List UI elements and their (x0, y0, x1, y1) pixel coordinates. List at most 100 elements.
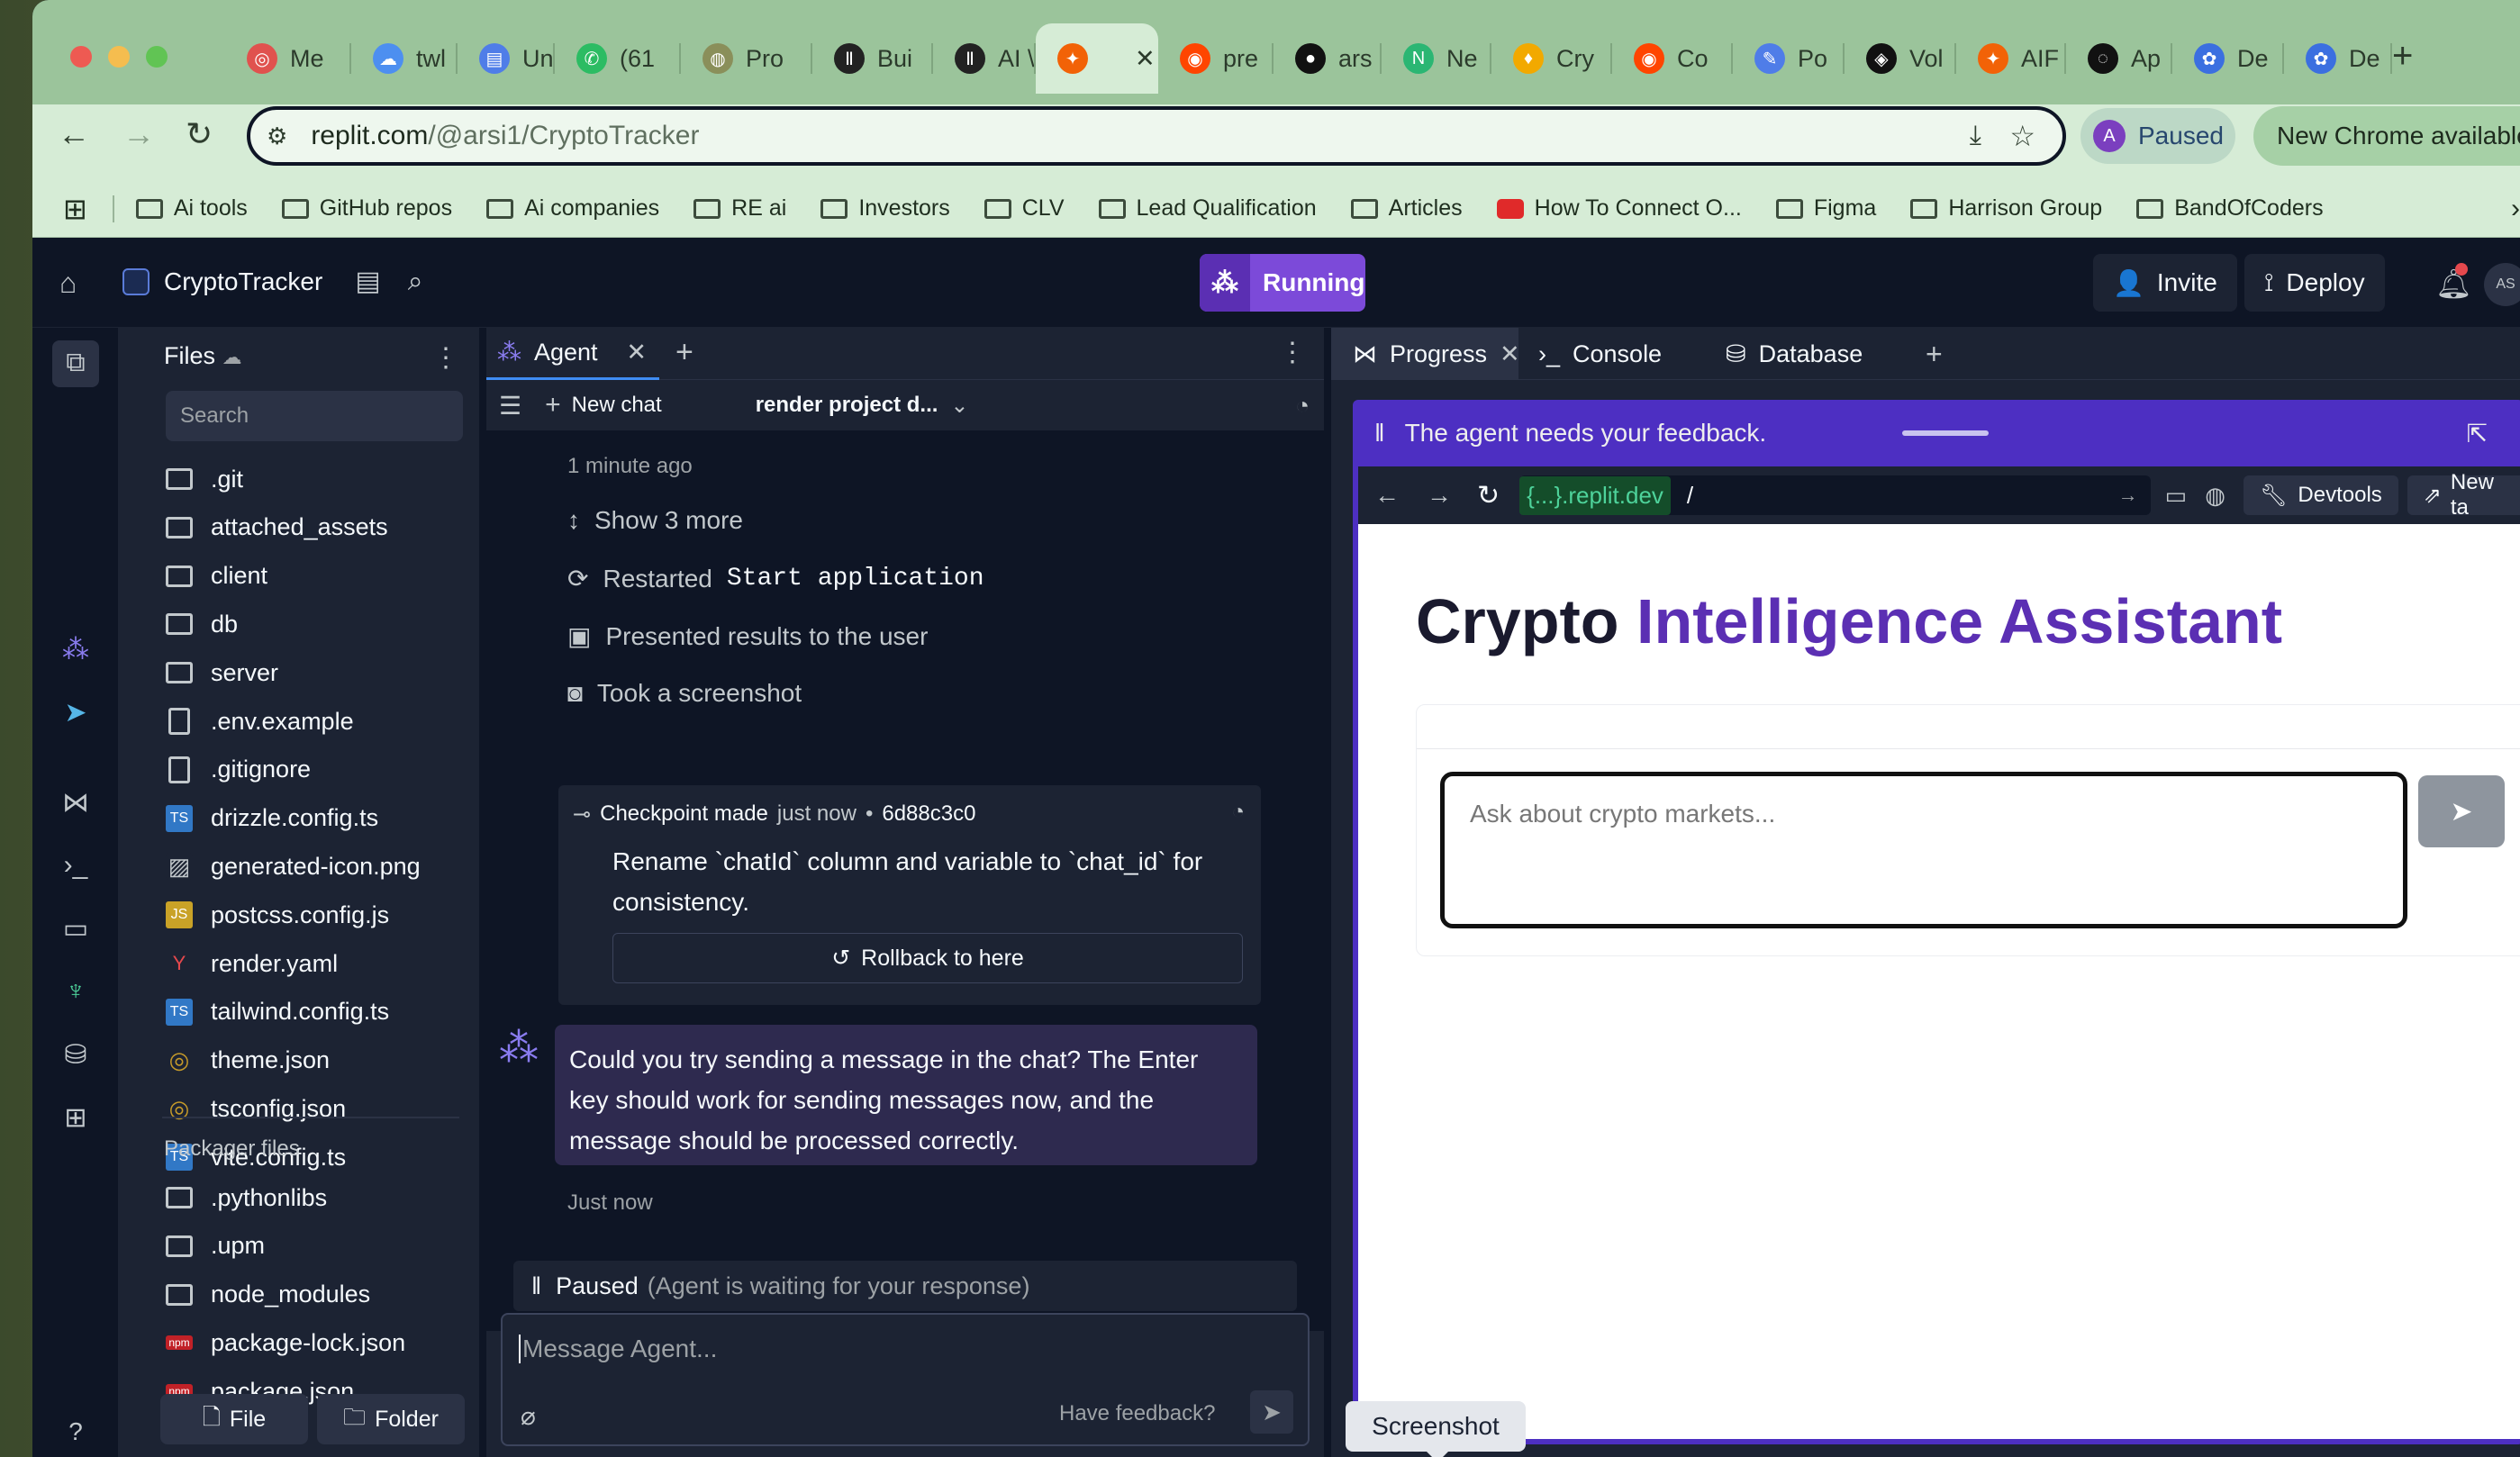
help-icon[interactable]: ? (58, 1417, 94, 1453)
files-search-input[interactable]: Search (166, 391, 463, 441)
bookmark-item[interactable]: CLV (984, 195, 1065, 222)
project-switcher[interactable]: CryptoTracker ▤ ⌕ (122, 266, 423, 297)
more-options-icon[interactable]: ⋮ (432, 342, 459, 374)
feedback-link[interactable]: Have feedback? (1059, 1401, 1215, 1426)
add-tab-plus-icon[interactable]: + (1926, 328, 1943, 380)
new-file-button[interactable]: 🗋︎ File (160, 1394, 308, 1444)
close-tab-icon[interactable]: ✕ (1135, 45, 1156, 73)
back-arrow-icon[interactable]: ← (58, 115, 90, 153)
file-tree-item[interactable]: TS drizzle.config.ts (166, 799, 378, 838)
browser-tab[interactable]: ● ars (1274, 23, 1382, 94)
close-window-button[interactable] (70, 46, 92, 68)
browser-tab[interactable]: ✆ (61 (555, 23, 681, 94)
file-tree-item[interactable]: JS postcss.config.js (166, 895, 389, 935)
attach-paperclip-icon[interactable]: ⌀ (521, 1401, 536, 1431)
apps-grid-icon[interactable]: ⊞ (63, 192, 87, 226)
bookmark-item[interactable]: GitHub repos (281, 195, 452, 222)
search-icon[interactable]: ⌕ (408, 267, 423, 297)
tab-progress[interactable]: ⋈ Progress ✕ (1331, 328, 1520, 380)
user-avatar[interactable]: AS (2484, 263, 2520, 306)
site-settings-icon[interactable]: ⚙ (267, 122, 287, 150)
new-chat-button[interactable]: New chat (572, 393, 662, 418)
deploy-button[interactable]: ⟟ Deploy (2244, 254, 2385, 312)
add-tab-plus-icon[interactable]: + (675, 335, 693, 370)
agent-icon[interactable]: ⁂ (58, 634, 94, 670)
message-input[interactable]: Message Agent... (519, 1335, 717, 1363)
chevron-down-icon[interactable]: ⌄ (950, 393, 968, 419)
file-tree-item[interactable]: server (166, 653, 278, 692)
send-button[interactable]: ➤ (1250, 1390, 1293, 1434)
browser-tab[interactable]: ◌ Ap (2066, 23, 2172, 94)
drag-handle[interactable] (1902, 430, 1989, 436)
chevron-right-icon[interactable]: › (2511, 194, 2520, 224)
new-tab-plus-icon[interactable]: + (2392, 36, 2413, 77)
new-tab-button[interactable]: ⇗ New ta (2407, 470, 2520, 520)
close-icon[interactable]: ✕ (626, 339, 647, 367)
file-tree-item[interactable]: .env.example (166, 701, 354, 741)
speed-gauge-icon[interactable]: ◔ (1232, 800, 1246, 825)
database-icon[interactable]: ⛁ (58, 1039, 94, 1075)
forward-arrow-icon[interactable]: → (1427, 481, 1452, 510)
progress-icon[interactable]: ⋈ (58, 787, 94, 823)
bookmark-star-icon[interactable]: ☆ (2009, 119, 2035, 153)
new-folder-button[interactable]: 🗀︎ Folder (317, 1394, 465, 1444)
file-tree-item[interactable]: ◎ theme.json (166, 1041, 330, 1081)
assistant-icon[interactable]: ➤ (58, 697, 94, 733)
chat-title[interactable]: render project d... (756, 393, 938, 418)
bookmark-item[interactable]: Articles (1350, 195, 1463, 222)
more-options-icon[interactable]: ⋮ (1279, 337, 1306, 368)
reload-icon[interactable]: ↻ (1477, 480, 1500, 511)
file-tree-item[interactable]: ▨ generated-icon.png (166, 846, 421, 886)
home-icon[interactable]: ⌂ (59, 267, 77, 300)
bookmark-item[interactable]: Investors (820, 195, 950, 222)
files-panel-icon[interactable]: ⧉ (52, 340, 99, 387)
rollback-button[interactable]: ↺ Rollback to here (612, 933, 1243, 983)
bookmark-item[interactable]: Lead Qualification (1098, 195, 1317, 222)
all-tools-grid-icon[interactable]: ⊞ (58, 1102, 94, 1138)
address-bar[interactable]: ⚙ replit.com/@arsi1/CryptoTracker ⤓ ☆ (247, 106, 2066, 166)
back-arrow-icon[interactable]: ← (1374, 481, 1400, 510)
browser-tab[interactable]: ☁ twl (351, 23, 458, 94)
forward-arrow-icon[interactable]: → (122, 115, 155, 153)
browser-tab[interactable]: ▤ Un (458, 23, 555, 94)
run-status-button[interactable]: ⁂ Running (1200, 254, 1365, 312)
deployments-icon[interactable]: ♆ (58, 976, 94, 1012)
crypto-chat-input[interactable]: Ask about crypto markets... (1440, 772, 2407, 928)
webview-icon[interactable]: ▭ (58, 913, 94, 949)
browser-tab[interactable]: ♦ Cry (1491, 23, 1612, 94)
speed-gauge-icon[interactable]: ◔ (1295, 392, 1310, 420)
bookmark-item[interactable]: Harrison Group (1910, 195, 2102, 222)
browser-tab[interactable]: Ⅱ Bui (812, 23, 933, 94)
webview-url-bar[interactable]: {...}.replit.dev / → (1519, 475, 2151, 515)
file-tree-item[interactable]: TS tailwind.config.ts (166, 992, 389, 1032)
bookmark-item[interactable]: How To Connect O... (1496, 195, 1742, 222)
bookmark-item[interactable]: Ai tools (135, 195, 248, 222)
chat-history-icon[interactable]: ☰ (499, 391, 521, 421)
file-tree-item[interactable]: node_modules (166, 1275, 370, 1315)
file-tree-item[interactable]: ◎ tsconfig.json (166, 1089, 346, 1128)
go-arrow-icon[interactable]: → (2118, 484, 2138, 507)
file-tree-item[interactable]: attached_assets (166, 508, 388, 548)
browser-tab[interactable]: ✦ AIF (1956, 23, 2066, 94)
browser-tab[interactable]: ✿ De (2284, 23, 2392, 94)
browser-tab[interactable]: ✦ ✕ (1036, 23, 1158, 94)
console-icon[interactable]: ›_ (58, 850, 94, 886)
tab-agent[interactable]: ⁂ Agent ✕ (486, 328, 659, 380)
file-tree-item[interactable]: .gitignore (166, 750, 311, 790)
browser-tab[interactable]: ◉ pre (1158, 23, 1274, 94)
browser-tab[interactable]: ◍ Pro (681, 23, 812, 94)
reload-icon[interactable]: ↻ (186, 115, 213, 153)
file-tree-item[interactable]: db (166, 604, 238, 644)
file-tree-item[interactable]: Yrender.yaml (166, 944, 338, 983)
tab-database[interactable]: ⛁ Database (1726, 328, 1863, 380)
browser-tab[interactable]: ✿ De (2172, 23, 2284, 94)
tab-console[interactable]: ›_ Console (1538, 328, 1662, 380)
bookmark-item[interactable]: RE ai (693, 195, 786, 222)
chrome-update-button[interactable]: New Chrome available (2253, 106, 2520, 166)
bookmark-item[interactable]: Figma (1775, 195, 1876, 222)
file-tree-item[interactable]: client (166, 557, 267, 596)
pop-out-icon[interactable]: ⇱ (2467, 419, 2488, 448)
browser-tab[interactable]: ◎ Me (225, 23, 351, 94)
invite-button[interactable]: 👤 Invite (2093, 254, 2237, 312)
notifications-bell-icon[interactable]: 🔔︎ (2435, 263, 2472, 301)
